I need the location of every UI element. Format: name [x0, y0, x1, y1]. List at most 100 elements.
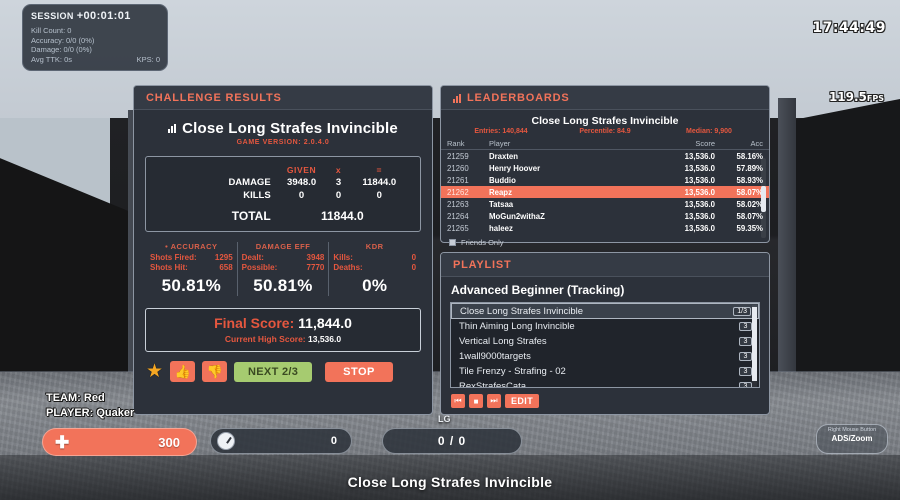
list-item[interactable]: RexStrafesCata 3: [451, 379, 759, 388]
table-row-highlighted[interactable]: 21262 Reapz 13,536.0 58.07%: [441, 186, 769, 198]
scrollbar-thumb[interactable]: [761, 186, 766, 212]
cell-score: 13,536.0: [684, 175, 715, 185]
list-item-selected[interactable]: Close Long Strafes Invincible 1/3: [451, 303, 759, 319]
high-score-row: Current High Score: 13,536.0: [224, 334, 342, 344]
cell-player: Henry Hoover: [489, 163, 541, 173]
health-value: 300: [158, 434, 180, 450]
scrollbar-thumb[interactable]: [752, 307, 757, 381]
prev-button[interactable]: ⏮: [451, 394, 465, 408]
playlist-item-label: 1wall9000targets: [459, 351, 531, 362]
scenario-title: Close Long Strafes Invincible: [347, 474, 553, 490]
cell-player: Reapz: [483, 186, 651, 198]
stats-columns: • ACCURACY Shots Fired: 1295 Shots Hit: 65…: [146, 242, 420, 296]
col-score: Score: [651, 138, 721, 150]
cell-player: Tatsaa: [489, 199, 514, 209]
col-given: GIVEN: [286, 165, 317, 175]
next-button[interactable]: NEXT 2/3: [234, 361, 313, 382]
col-equals: =: [376, 165, 383, 175]
edit-button[interactable]: EDIT: [505, 394, 540, 408]
leaderboards-header: LEADERBOARDS: [441, 86, 769, 110]
cell-player: haleez: [489, 223, 513, 233]
playlist-item-badge: 3: [739, 337, 752, 346]
cell-player: Buddio: [489, 175, 516, 185]
stop-button[interactable]: ■: [469, 394, 483, 408]
cell-rank: 21261: [447, 175, 469, 185]
playlist-item-badge: 3: [739, 367, 752, 376]
score-breakdown-table: GIVEN x = DAMAGE 3948.0 3 11844.0 KILLS …: [154, 164, 412, 224]
stat-title: KDR: [365, 242, 384, 251]
table-row[interactable]: 21259 Draxten 13,536.0 58.16%: [441, 150, 769, 163]
table-row[interactable]: 21265 haleez 13,536.0 59.35%: [441, 222, 769, 234]
cell-player: MoGun2withaZ: [489, 211, 545, 221]
cell-player: Draxten: [489, 151, 519, 161]
table-row[interactable]: 21261 Buddio 13,536.0 58.93%: [441, 174, 769, 186]
table-row[interactable]: 21263 Tatsaa 13,536.0 58.02%: [441, 198, 769, 210]
thumbs-up-icon[interactable]: 👍: [170, 361, 196, 382]
health-cross-icon: ✚: [55, 432, 70, 452]
playlist-panel: PLAYLIST Advanced Beginner (Tracking) Cl…: [440, 252, 770, 415]
next-button[interactable]: ⏭: [487, 394, 501, 408]
cell-rank: 21264: [447, 211, 469, 221]
stat-row: Possible: 7770: [241, 263, 325, 272]
checkbox-icon[interactable]: [449, 239, 456, 246]
leaderboard-table: Rank Player Score Acc 21259 Draxten 13,5…: [441, 138, 769, 234]
session-row: Damage: 0/0 (0%): [31, 45, 92, 54]
col-multiplier: x: [335, 165, 342, 175]
table-row[interactable]: 21264 MoGun2withaZ 13,536.0 58.07%: [441, 210, 769, 222]
session-row: Accuracy: 0/0 (0%): [31, 35, 95, 45]
session-title: SESSION +00:01:01: [31, 10, 131, 22]
playlist-header: PLAYLIST: [441, 253, 769, 277]
right-wall: [790, 95, 900, 415]
stop-button[interactable]: STOP: [325, 361, 393, 382]
challenge-name: Close Long Strafes Invincible: [182, 120, 398, 137]
damage-eff-value: 50.81%: [253, 276, 313, 295]
panel-title: CHALLENGE RESULTS: [146, 92, 282, 104]
entries-count: Entries: 140,844: [474, 128, 528, 135]
accuracy-value: 50.81%: [161, 276, 222, 295]
table-total-row: TOTAL 11844.0: [154, 202, 412, 224]
final-score-value: 11,844.0: [298, 315, 352, 331]
high-score-value: 13,536.0: [308, 334, 342, 344]
friends-only-label: Friends Only: [461, 238, 504, 247]
ads-zoom-hint: Right Mouse Button ADS/Zoom: [816, 424, 888, 454]
results-actions: ★ 👍 👎 NEXT 2/3 STOP: [134, 352, 432, 382]
playlist-item-badge: 3: [739, 382, 752, 387]
fps-counter: 119.5FPS: [828, 90, 884, 104]
cell-rank: 21265: [447, 223, 469, 233]
game-version: GAME VERSION: 2.0.4.0: [236, 139, 330, 146]
leaderboard-scrollbar[interactable]: [761, 158, 766, 238]
thumbs-down-icon[interactable]: 👎: [202, 361, 228, 382]
stat-accuracy: • ACCURACY Shots Fired: 1295 Shots Hit: 65…: [146, 242, 237, 296]
ammo-indicator: 0 / 0: [382, 428, 522, 454]
stat-title: • ACCURACY: [165, 242, 218, 251]
team-label: TEAM: Red: [46, 392, 105, 404]
list-item[interactable]: 1wall9000targets 3: [451, 349, 759, 364]
armor-value: 0: [330, 435, 337, 447]
challenge-name-row: Close Long Strafes Invincible: [134, 110, 432, 137]
stat-row: Dealt: 3948: [241, 253, 325, 262]
list-item[interactable]: Tile Frenzy - Strafing - 02 3: [451, 364, 759, 379]
game-scene: SESSION +00:01:01 Kill Count: 0 Accuracy…: [0, 0, 900, 500]
kills-given: 0: [298, 190, 305, 201]
playlist-item-badge: 1/3: [733, 306, 751, 316]
list-item[interactable]: Vertical Long Strafes 3: [451, 334, 759, 349]
playlist-item-label: RexStrafesCata: [459, 381, 527, 388]
session-row: Kill Count: 0: [31, 26, 72, 35]
damage-mult: 3: [335, 177, 342, 188]
col-acc: Acc: [721, 138, 769, 150]
friends-only-toggle[interactable]: Friends Only: [441, 234, 769, 247]
damage-given: 3948.0: [287, 177, 317, 188]
playlist-scrollbar[interactable]: [752, 305, 757, 387]
score-breakdown-box: GIVEN x = DAMAGE 3948.0 3 11844.0 KILLS …: [145, 156, 421, 232]
star-icon[interactable]: ★: [146, 362, 163, 381]
list-item[interactable]: Thin Aiming Long Invincible 3: [451, 319, 759, 334]
final-score-row: Final Score: 11,844.0: [214, 315, 352, 331]
playlist-item-label: Close Long Strafes Invincible: [460, 305, 584, 317]
table-row: KILLS 0 0 0: [154, 189, 412, 202]
playlist-items-list[interactable]: Close Long Strafes Invincible 1/3 Thin A…: [450, 302, 760, 388]
table-row: DAMAGE 3948.0 3 11844.0: [154, 176, 412, 189]
cell-score: 13,536.0: [684, 223, 715, 233]
table-row[interactable]: 21260 Henry Hoover 13,536.0 57.89%: [441, 162, 769, 174]
stat-title: DAMAGE EFF: [255, 242, 311, 251]
session-row: Avg TTK: 0s KPS: 0: [31, 54, 160, 64]
